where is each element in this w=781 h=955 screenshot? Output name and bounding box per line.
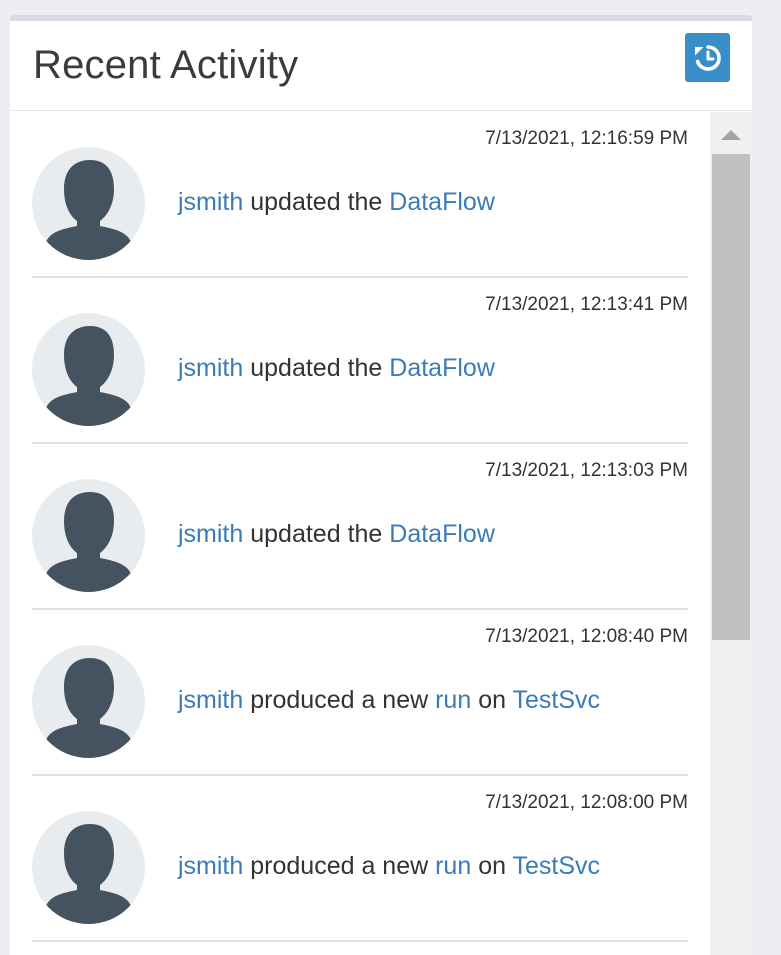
activity-timestamp: 7/13/2021, 12:13:41 PM bbox=[485, 294, 688, 315]
activity-timestamp: 7/13/2021, 12:08:40 PM bbox=[485, 626, 688, 647]
activity-timestamp: 7/13/2021, 12:08:00 PM bbox=[485, 792, 688, 813]
recent-activity-panel: Recent Activity 7/13/2021, 12:16:59 PM j… bbox=[10, 15, 752, 955]
target-link[interactable]: DataFlow bbox=[389, 354, 495, 382]
activity-message: jsmith updated the DataFlow bbox=[178, 520, 495, 549]
panel-title: Recent Activity bbox=[33, 43, 299, 87]
history-refresh-icon bbox=[694, 44, 721, 71]
user-link[interactable]: jsmith bbox=[178, 852, 243, 880]
activity-item: 7/13/2021, 12:08:40 PM jsmith produced a… bbox=[32, 610, 688, 776]
run-link[interactable]: run bbox=[435, 686, 471, 714]
user-avatar-icon bbox=[32, 313, 145, 426]
activity-action: produced a new bbox=[250, 852, 429, 880]
user-link[interactable]: jsmith bbox=[178, 354, 243, 382]
activity-feed[interactable]: 7/13/2021, 12:16:59 PM jsmith updated th… bbox=[10, 112, 710, 955]
user-link[interactable]: jsmith bbox=[178, 520, 243, 548]
activity-action: produced a new bbox=[250, 686, 429, 714]
user-avatar-icon bbox=[32, 645, 145, 758]
activity-timestamp: 7/13/2021, 12:16:59 PM bbox=[485, 128, 688, 149]
item-divider bbox=[32, 940, 688, 942]
user-avatar-icon bbox=[32, 479, 145, 592]
target-link[interactable]: DataFlow bbox=[389, 520, 495, 548]
scrollbar-thumb[interactable] bbox=[712, 154, 750, 640]
feed-scrollbar[interactable] bbox=[710, 112, 752, 955]
activity-message: jsmith updated the DataFlow bbox=[178, 188, 495, 217]
activity-message: jsmith produced a new run on TestSvc bbox=[178, 852, 600, 881]
activity-item: 7/13/2021, 12:16:59 PM jsmith updated th… bbox=[32, 112, 688, 278]
activity-connector: on bbox=[478, 686, 507, 714]
activity-item: 7/13/2021, 12:08:00 PM jsmith produced a… bbox=[32, 776, 688, 942]
target-link[interactable]: TestSvc bbox=[513, 852, 601, 880]
panel-header: Recent Activity bbox=[10, 21, 752, 111]
user-link[interactable]: jsmith bbox=[178, 686, 243, 714]
activity-item: 7/13/2021, 12:13:41 PM jsmith updated th… bbox=[32, 278, 688, 444]
target-link[interactable]: TestSvc bbox=[513, 686, 601, 714]
activity-message: jsmith produced a new run on TestSvc bbox=[178, 686, 600, 715]
activity-action: updated the bbox=[250, 354, 383, 382]
activity-action: updated the bbox=[250, 520, 383, 548]
run-link[interactable]: run bbox=[435, 852, 471, 880]
user-avatar-icon bbox=[32, 811, 145, 924]
user-link[interactable]: jsmith bbox=[178, 188, 243, 216]
activity-item: 7/13/2021, 12:13:03 PM jsmith updated th… bbox=[32, 444, 688, 610]
activity-timestamp: 7/13/2021, 12:13:03 PM bbox=[485, 460, 688, 481]
user-avatar-icon bbox=[32, 147, 145, 260]
activity-message: jsmith updated the DataFlow bbox=[178, 354, 495, 383]
refresh-history-button[interactable] bbox=[685, 33, 730, 82]
activity-connector: on bbox=[478, 852, 507, 880]
scroll-up-arrow-icon[interactable] bbox=[721, 130, 741, 140]
activity-action: updated the bbox=[250, 188, 383, 216]
target-link[interactable]: DataFlow bbox=[389, 188, 495, 216]
